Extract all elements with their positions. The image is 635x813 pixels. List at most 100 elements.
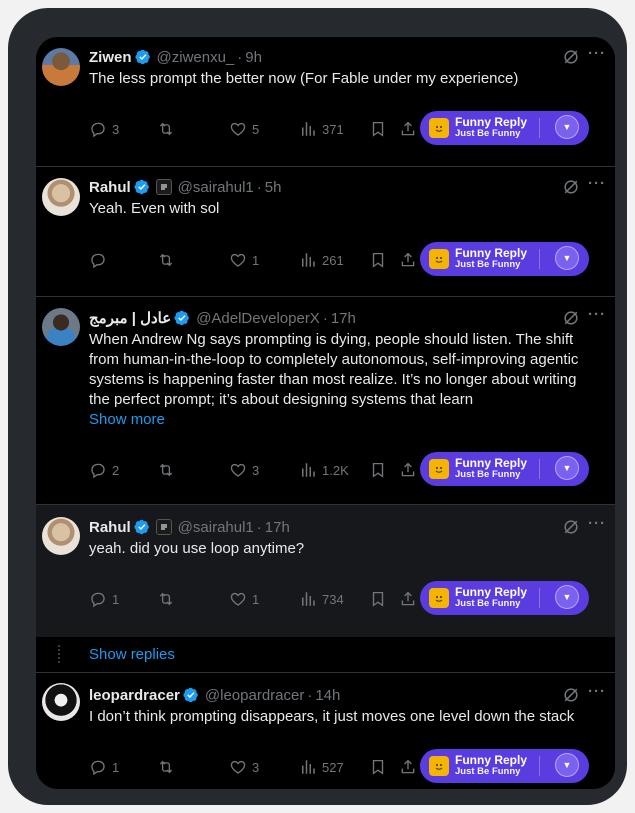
show-replies-link[interactable]: Show replies [89,646,175,663]
author-name[interactable]: Rahul [89,179,131,196]
author-name[interactable]: leopardracer [89,687,180,704]
bookmark-button[interactable] [369,248,387,272]
like-icon [229,461,247,479]
post-header: leopardracer @leopardracer · 14h [89,686,341,704]
show-more-link[interactable]: Show more [89,410,599,430]
repost-icon [157,251,175,269]
bookmark-icon [369,120,387,138]
reply-count: 2 [112,462,120,478]
more-icon[interactable]: ··· [587,176,607,197]
bookmark-icon [369,590,387,608]
more-icon[interactable]: ··· [587,684,607,705]
post-rahul[interactable]: Rahul @sairahul1 · 5h ··· Yeah. Even wit… [36,167,615,297]
reply-button[interactable] [89,248,112,272]
bookmark-button[interactable] [369,755,387,779]
repost-button[interactable] [157,755,180,779]
affiliate-badge-icon[interactable] [155,179,172,195]
funny-reply-button[interactable]: Funny Reply Just Be Funny ▼ [420,242,589,276]
grok-icon[interactable] [561,177,581,197]
like-button[interactable]: 5 [229,117,259,141]
bookmark-icon [369,461,387,479]
reply-icon [89,251,107,269]
post-body: When Andrew Ng says prompting is dying, … [89,330,599,430]
reply-button[interactable]: 2 [89,458,119,482]
post-rahul-reply[interactable]: Rahul @sairahul1 · 17h ··· yeah. did you… [36,505,615,637]
avatar[interactable] [42,178,80,216]
repost-button[interactable] [157,458,180,482]
views-button[interactable]: 261 [299,248,344,272]
like-button[interactable]: 3 [229,755,259,779]
post-time[interactable]: 9h [245,49,262,66]
reply-button[interactable]: 1 [89,587,119,611]
verified-badge-icon [134,179,150,195]
funny-reply-button[interactable]: Funny Reply Just Be Funny ▼ [420,452,589,486]
grok-icon[interactable] [561,685,581,705]
repost-icon [157,120,175,138]
chevron-down-icon[interactable]: ▼ [555,585,579,609]
chevron-down-icon[interactable]: ▼ [555,115,579,139]
views-button[interactable]: 734 [299,587,344,611]
author-handle[interactable]: @leopardracer [205,687,304,704]
author-handle[interactable]: @ziwenxu_ [157,49,235,66]
like-count: 1 [252,252,260,268]
verified-badge-icon [183,687,199,703]
views-button[interactable]: 371 [299,117,344,141]
more-icon[interactable]: ··· [587,307,607,328]
share-button[interactable] [399,248,417,272]
author-handle[interactable]: @sairahul1 [178,519,254,536]
share-button[interactable] [399,458,417,482]
funny-emoji-icon [429,459,449,479]
post-ziwen[interactable]: Ziwen @ziwenxu_ · 9h ··· The less prompt… [36,37,615,167]
author-name[interactable]: Rahul [89,519,131,536]
like-button[interactable]: 3 [229,458,259,482]
views-button[interactable]: 1.2K [299,458,349,482]
reply-button[interactable]: 3 [89,117,119,141]
chevron-down-icon[interactable]: ▼ [555,753,579,777]
funny-reply-button[interactable]: Funny Reply Just Be Funny ▼ [420,749,589,783]
share-button[interactable] [399,587,417,611]
funny-reply-title: Funny Reply [455,456,528,470]
author-handle[interactable]: @AdelDeveloperX [196,310,320,327]
grok-icon[interactable] [561,517,581,537]
more-icon[interactable]: ··· [587,516,607,537]
show-replies-row[interactable]: Show replies [36,637,615,673]
reply-count: 1 [112,591,120,607]
chevron-down-icon[interactable]: ▼ [555,246,579,270]
author-name[interactable]: Ziwen [89,49,132,66]
more-icon[interactable]: ··· [587,46,607,67]
post-leopardracer[interactable]: leopardracer @leopardracer · 14h ··· I d… [36,673,615,789]
bookmark-button[interactable] [369,117,387,141]
grok-icon[interactable] [561,308,581,328]
affiliate-badge-icon[interactable] [155,519,172,535]
bookmark-button[interactable] [369,587,387,611]
avatar[interactable] [42,517,80,555]
views-icon [299,461,317,479]
timeline[interactable]: Ziwen @ziwenxu_ · 9h ··· The less prompt… [36,37,615,789]
post-adel[interactable]: عادل | مبرمج @AdelDeveloperX · 17h ··· W… [36,297,615,505]
share-button[interactable] [399,755,417,779]
funny-reply-button[interactable]: Funny Reply Just Be Funny ▼ [420,111,589,145]
chevron-down-icon[interactable]: ▼ [555,456,579,480]
funny-emoji-icon [429,756,449,776]
share-button[interactable] [399,117,417,141]
author-handle[interactable]: @sairahul1 [178,179,254,196]
repost-button[interactable] [157,248,180,272]
like-button[interactable]: 1 [229,587,259,611]
post-time[interactable]: 5h [265,179,282,196]
avatar[interactable] [42,308,80,346]
funny-reply-button[interactable]: Funny Reply Just Be Funny ▼ [420,581,589,615]
post-time[interactable]: 17h [265,519,290,536]
repost-button[interactable] [157,587,180,611]
reply-button[interactable]: 1 [89,755,119,779]
avatar[interactable] [42,48,80,86]
views-button[interactable]: 527 [299,755,344,779]
post-time[interactable]: 14h [315,687,340,704]
grok-icon[interactable] [561,47,581,67]
author-name[interactable]: عادل | مبرمج [89,309,171,327]
post-time[interactable]: 17h [331,310,356,327]
avatar[interactable] [42,683,80,721]
like-button[interactable]: 1 [229,248,259,272]
repost-button[interactable] [157,117,180,141]
device-frame: Ziwen @ziwenxu_ · 9h ··· The less prompt… [8,8,627,805]
bookmark-button[interactable] [369,458,387,482]
